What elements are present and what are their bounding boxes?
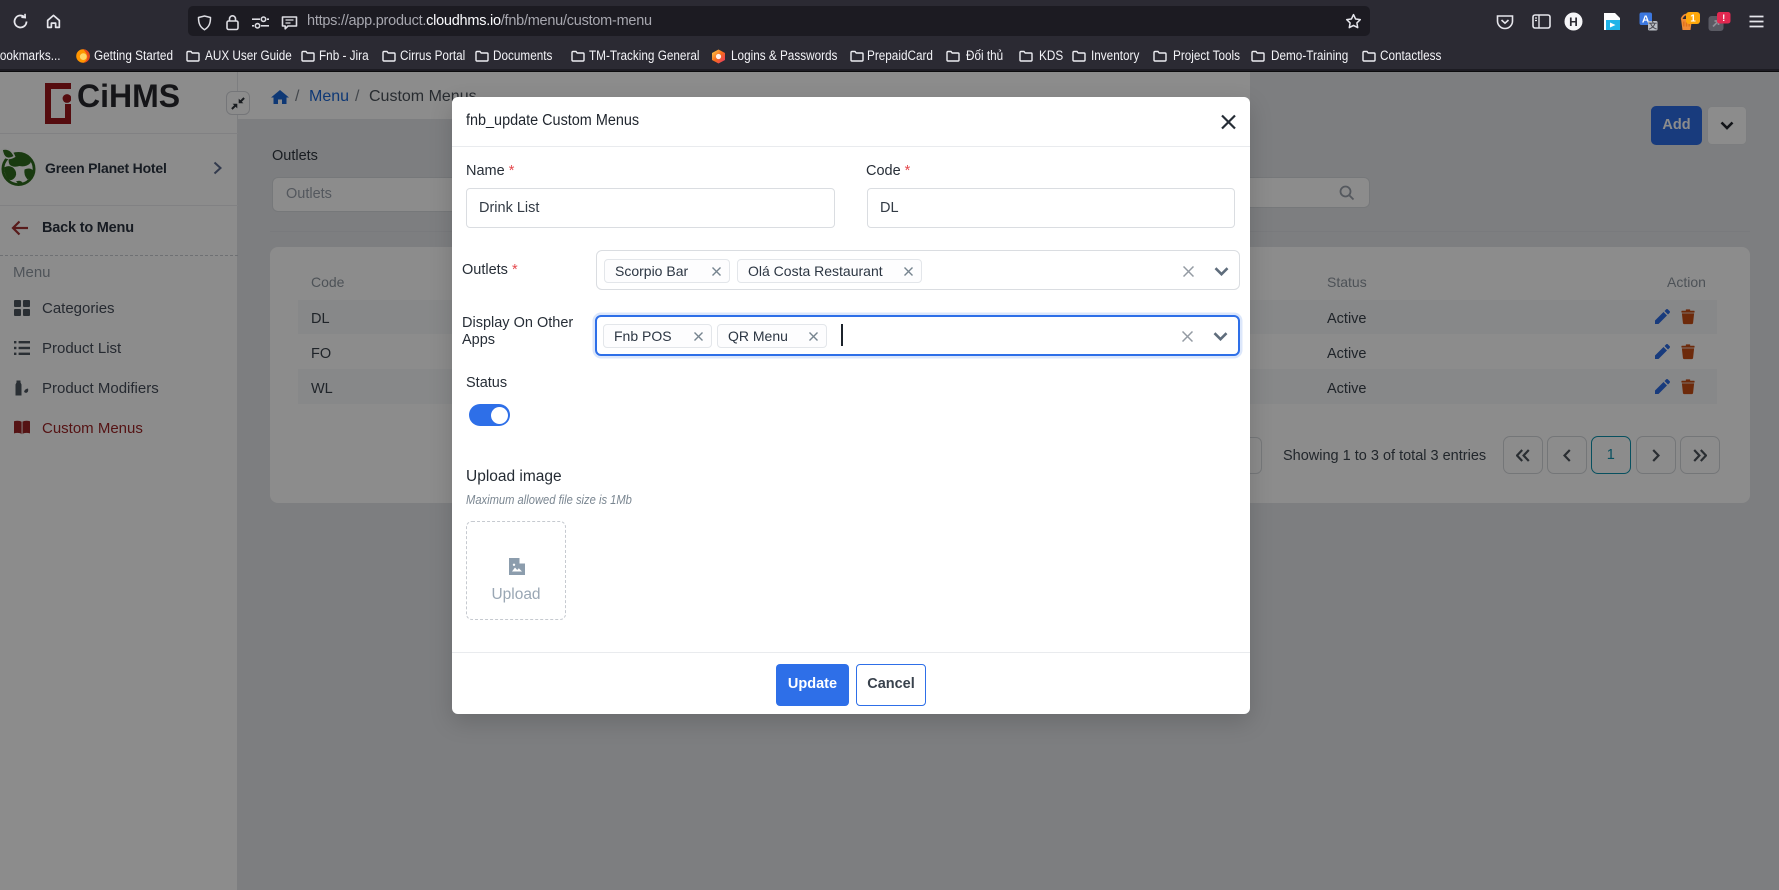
svg-text:H: H	[1569, 15, 1578, 29]
svg-text:!: !	[1722, 13, 1725, 24]
svg-text:1: 1	[1690, 14, 1696, 25]
svg-text:文: 文	[1649, 21, 1658, 31]
